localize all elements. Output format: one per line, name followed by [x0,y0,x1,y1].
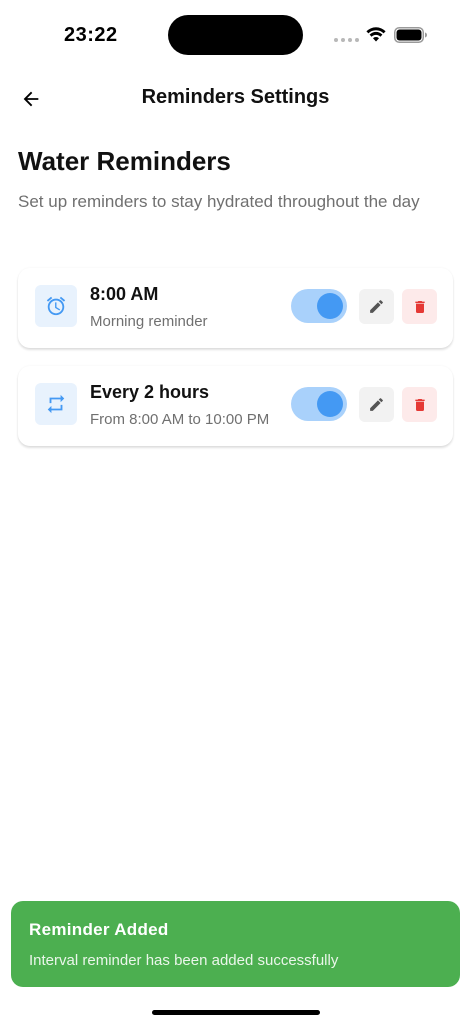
pencil-icon [370,398,383,411]
reminder-title: 8:00 AM [90,284,159,304]
edit-reminder-button[interactable] [359,387,394,422]
home-indicator[interactable] [152,1010,320,1015]
reminder-enabled-toggle[interactable] [291,387,347,421]
reminders-settings-screen: 23:22 Reminders Settings Water Reminders… [0,0,471,1024]
trash-icon [414,398,425,411]
repeat-icon [47,394,65,414]
wifi-icon [366,27,386,42]
reminder-icon-container [35,285,77,327]
delete-reminder-button[interactable] [402,387,437,422]
header: Reminders Settings [0,80,471,116]
toast-message: Interval reminder has been added success… [29,952,339,969]
toast-title: Reminder Added [29,920,169,939]
header-title: Reminders Settings [141,86,330,108]
toggle-knob [317,293,343,319]
alarm-clock-icon [46,296,66,316]
battery-icon [394,27,427,43]
status-time: 23:22 [64,24,118,46]
dynamic-island [168,15,303,55]
reminder-title: Every 2 hours [90,382,210,402]
success-toast[interactable]: Reminder Added Interval reminder has bee… [11,901,460,987]
cellular-dots-icon [334,38,359,42]
trash-icon [414,300,425,313]
toggle-knob [317,391,343,417]
reminder-card-interval: Every 2 hours From 8:00 AM to 10:00 PM [18,366,453,446]
reminder-subtitle: Morning reminder [90,313,208,330]
reminder-enabled-toggle[interactable] [291,289,347,323]
reminder-card-time: 8:00 AM Morning reminder [18,268,453,348]
edit-reminder-button[interactable] [359,289,394,324]
delete-reminder-button[interactable] [402,289,437,324]
status-bar: 23:22 [0,0,471,70]
page-subtitle: Set up reminders to stay hydrated throug… [18,192,420,211]
reminder-subtitle: From 8:00 AM to 10:00 PM [90,411,270,428]
page-title: Water Reminders [18,146,231,176]
reminder-icon-container [35,383,77,425]
pencil-icon [370,300,383,313]
